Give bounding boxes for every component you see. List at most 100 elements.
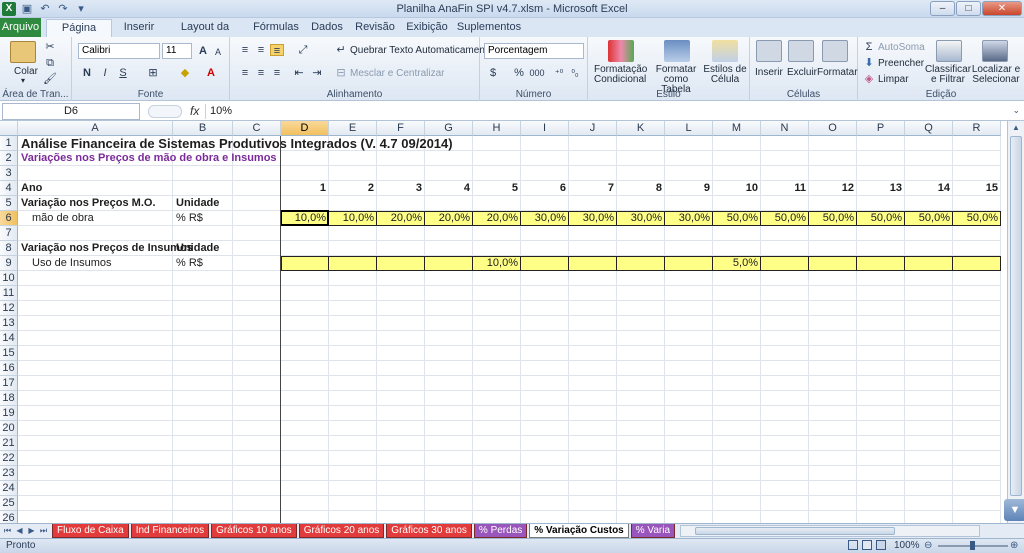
- year-header[interactable]: 3: [377, 181, 425, 196]
- row-header-11[interactable]: 11: [0, 286, 18, 301]
- insumos-value[interactable]: [425, 256, 473, 271]
- column-header-f[interactable]: F: [377, 121, 425, 136]
- column-header-r[interactable]: R: [953, 121, 1001, 136]
- tab-addins[interactable]: Suplementos: [456, 19, 522, 37]
- mao-de-obra-value[interactable]: 20,0%: [425, 211, 473, 226]
- increase-decimal-icon[interactable]: ⁺⁰: [552, 67, 566, 79]
- column-header-q[interactable]: Q: [905, 121, 953, 136]
- find-select-icon[interactable]: [982, 40, 1008, 62]
- row-header-8[interactable]: 8: [0, 241, 18, 256]
- year-header[interactable]: 6: [521, 181, 569, 196]
- insumos-value[interactable]: [281, 256, 329, 271]
- maximize-button[interactable]: □: [956, 1, 981, 16]
- format-painter-icon[interactable]: 🖌: [43, 73, 57, 85]
- insumos-value[interactable]: [761, 256, 809, 271]
- year-header[interactable]: 4: [425, 181, 473, 196]
- insumos-value[interactable]: [857, 256, 905, 271]
- row-header-10[interactable]: 10: [0, 271, 18, 286]
- sheet-tab[interactable]: % Varia: [630, 524, 676, 538]
- cell-styles-button[interactable]: Estilos de Célula: [702, 65, 748, 85]
- column-header-j[interactable]: J: [569, 121, 617, 136]
- fill-icon[interactable]: ⬇: [862, 57, 876, 69]
- label-variacao-insumos[interactable]: Variação nos Preços de Insumos: [18, 241, 193, 256]
- column-header-h[interactable]: H: [473, 121, 521, 136]
- close-button[interactable]: ✕: [982, 1, 1022, 16]
- year-header[interactable]: 10: [713, 181, 761, 196]
- align-bottom-icon[interactable]: ≡: [270, 44, 284, 57]
- grow-font-icon[interactable]: A: [196, 45, 210, 57]
- insumos-value[interactable]: [953, 256, 1001, 271]
- cell-styles-icon[interactable]: [712, 40, 738, 62]
- conditional-formatting-button[interactable]: Formatação Condicional: [594, 65, 647, 85]
- tab-data[interactable]: Dados: [308, 19, 346, 37]
- label-ano[interactable]: Ano: [18, 181, 173, 196]
- shrink-font-icon[interactable]: A: [211, 46, 225, 58]
- column-header-n[interactable]: N: [761, 121, 809, 136]
- row-header-18[interactable]: 18: [0, 391, 18, 406]
- insumos-value[interactable]: [569, 256, 617, 271]
- row-header-20[interactable]: 20: [0, 421, 18, 436]
- label-variacao-mo[interactable]: Variação nos Preços M.O.: [18, 196, 173, 211]
- horizontal-scroll-thumb[interactable]: [695, 527, 895, 535]
- label-unidade-mo[interactable]: Unidade: [173, 196, 233, 211]
- wrap-text-icon[interactable]: ↵: [334, 44, 348, 56]
- align-left-icon[interactable]: ≡: [238, 67, 252, 79]
- name-box[interactable]: D6: [2, 103, 140, 120]
- horizontal-scrollbar[interactable]: [680, 525, 980, 537]
- mao-de-obra-value[interactable]: 30,0%: [521, 211, 569, 226]
- zoom-in-icon[interactable]: ⊕: [1010, 539, 1018, 553]
- row-header-21[interactable]: 21: [0, 436, 18, 451]
- sheet-tab[interactable]: % Perdas: [473, 524, 528, 538]
- insumos-value[interactable]: 10,0%: [473, 256, 521, 271]
- mao-de-obra-value[interactable]: 30,0%: [665, 211, 713, 226]
- clear-icon[interactable]: ◈: [862, 73, 876, 85]
- align-top-icon[interactable]: ≡: [238, 44, 252, 56]
- insumos-value[interactable]: [617, 256, 665, 271]
- zoom-slider-handle[interactable]: [970, 541, 975, 550]
- row-header-12[interactable]: 12: [0, 301, 18, 316]
- align-center-icon[interactable]: ≡: [254, 67, 268, 79]
- year-header[interactable]: 9: [665, 181, 713, 196]
- orientation-icon[interactable]: ⤢: [296, 44, 310, 56]
- row-header-4[interactable]: 4: [0, 181, 18, 196]
- column-header-e[interactable]: E: [329, 121, 377, 136]
- thousands-button[interactable]: 000: [528, 67, 546, 79]
- mao-de-obra-value[interactable]: 50,0%: [857, 211, 905, 226]
- column-header-a[interactable]: A: [18, 121, 173, 136]
- year-header[interactable]: 7: [569, 181, 617, 196]
- percent-button[interactable]: %: [512, 67, 526, 79]
- column-header-d[interactable]: D: [281, 121, 329, 136]
- row-header-1[interactable]: 1: [0, 136, 18, 151]
- sheet-tab[interactable]: % Variação Custos: [529, 524, 629, 538]
- row-header-9[interactable]: 9: [0, 256, 18, 271]
- increase-indent-icon[interactable]: ⇥: [310, 67, 324, 79]
- find-select-button[interactable]: Localizar e Selecionar: [970, 65, 1022, 85]
- row-header-17[interactable]: 17: [0, 376, 18, 391]
- delete-cells-icon[interactable]: [788, 40, 814, 62]
- column-header-o[interactable]: O: [809, 121, 857, 136]
- insumos-value[interactable]: [377, 256, 425, 271]
- year-header[interactable]: 2: [329, 181, 377, 196]
- sort-filter-button[interactable]: Classificar e Filtrar: [924, 65, 972, 85]
- tab-review[interactable]: Revisão: [352, 19, 398, 37]
- insert-function-icon[interactable]: fx: [190, 104, 199, 118]
- tab-view[interactable]: Exibição: [404, 19, 450, 37]
- bold-button[interactable]: N: [80, 67, 94, 79]
- currency-icon[interactable]: $: [486, 67, 500, 79]
- row-header-14[interactable]: 14: [0, 331, 18, 346]
- column-header-l[interactable]: L: [665, 121, 713, 136]
- wrap-text-button[interactable]: Quebrar Texto Automaticamente: [350, 45, 493, 56]
- year-header[interactable]: 11: [761, 181, 809, 196]
- sheet-tab[interactable]: Gráficos 10 anos: [211, 524, 297, 538]
- scroll-down-icon[interactable]: ▼: [1004, 499, 1024, 521]
- label-unidade-insumos[interactable]: Unidade: [173, 241, 233, 256]
- copy-icon[interactable]: ⧉: [43, 57, 57, 69]
- year-header[interactable]: 5: [473, 181, 521, 196]
- fill-button[interactable]: Preencher: [878, 58, 924, 69]
- format-as-table-icon[interactable]: [664, 40, 690, 62]
- unit-mao-de-obra[interactable]: % R$: [173, 211, 233, 226]
- row-header-5[interactable]: 5: [0, 196, 18, 211]
- borders-icon[interactable]: ⊞: [146, 67, 160, 79]
- year-header[interactable]: 13: [857, 181, 905, 196]
- column-header-b[interactable]: B: [173, 121, 233, 136]
